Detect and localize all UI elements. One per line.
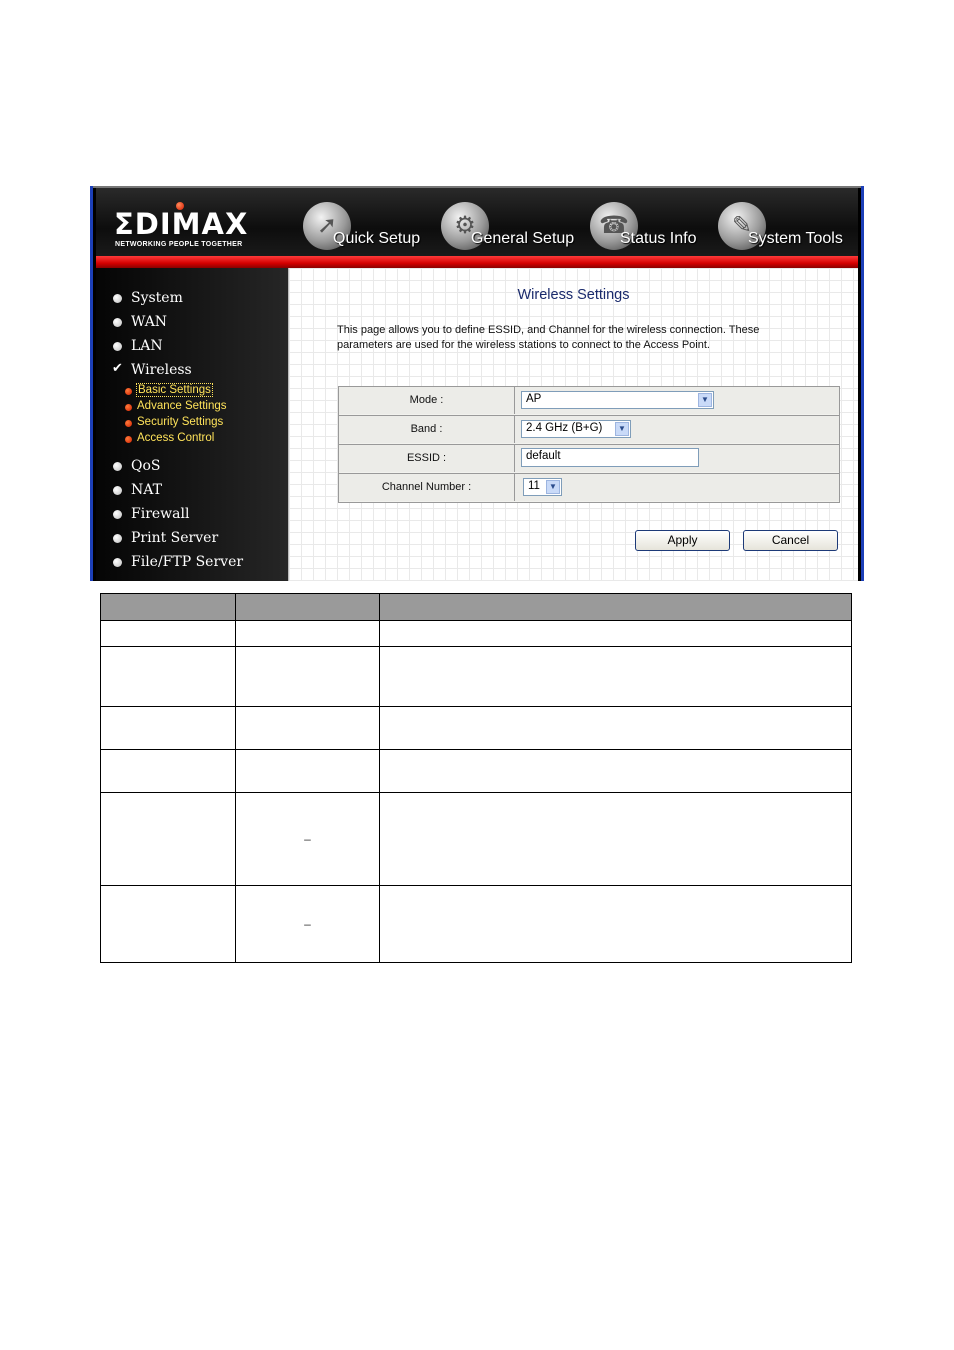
sidebar: System WAN LAN ✔ Wireless Basic Settings… [96,268,288,581]
channel-label: Channel Number : [339,474,515,501]
band-cell: 2.4 GHz (B+G) ▼ [515,416,839,443]
form-row-band: Band : 2.4 GHz (B+G) ▼ [339,416,839,445]
sidebar-item-label: WAN [131,314,168,330]
red-dot-icon [125,404,132,411]
essid-label: ESSID : [339,445,515,472]
subnav-label: Security Settings [137,416,224,428]
page-title: Wireless Settings [517,287,630,303]
bullet-icon [113,534,122,543]
band-select[interactable]: 2.4 GHz (B+G) ▼ [521,420,631,438]
logo-tagline: NETWORKING PEOPLE TOGETHER [115,241,243,248]
logo-red-dot [176,202,184,210]
table-cell [100,792,236,886]
table-cell [235,646,380,707]
table-header-cell [235,593,380,621]
bullet-icon [113,510,122,519]
essid-input[interactable]: default [521,448,699,467]
sidebar-item-label: NAT [131,482,162,498]
dash-mark: – [304,917,311,931]
table-cell [100,620,236,647]
channel-select[interactable]: 11 ▼ [523,478,562,496]
subnav-label: Basic Settings [136,383,213,397]
mode-cell: AP ▼ [515,387,839,414]
table-cell [379,885,852,963]
table-cell: – [235,792,380,886]
chevron-down-icon[interactable]: ▼ [546,480,560,494]
chevron-down-icon[interactable]: ▼ [615,422,629,436]
table-row [100,646,852,707]
page-description: This page allows you to define ESSID, an… [337,324,760,351]
table-cell [235,620,380,647]
apply-button[interactable]: Apply [635,530,730,551]
table-cell [100,646,236,707]
nav-system-tools-label: System Tools [748,230,843,247]
router-web-ui: ΣDIMAX NETWORKING PEOPLE TOGETHER ➚ Quic… [90,186,864,581]
bullet-icon [113,486,122,495]
table-row: – [100,885,852,963]
sidebar-item-label: Print Server [131,530,219,546]
table-header-row [100,593,852,621]
checkmark-icon: ✔ [112,361,123,376]
sidebar-item-label: System [131,290,183,306]
dash-mark: – [304,832,311,846]
essid-cell: default [515,445,839,472]
form-row-channel: Channel Number : 11 ▼ [339,474,839,502]
table-cell [235,749,380,793]
sidebar-item-label: Wireless [131,362,192,378]
bullet-icon [113,462,122,471]
table-cell [235,706,380,750]
table-cell [379,792,852,886]
edimax-logo: ΣDIMAX NETWORKING PEOPLE TOGETHER [114,202,274,248]
table-cell [379,749,852,793]
table-cell [100,885,236,963]
sidebar-item-label: LAN [131,338,163,354]
main-content: Wireless Settings This page allows you t… [288,268,858,581]
chevron-down-icon[interactable]: ▼ [698,393,712,407]
wireless-settings-form: Mode : AP ▼ Band : 2.4 GHz (B+G) ▼ ESSID… [338,386,840,503]
mode-select[interactable]: AP ▼ [521,391,714,409]
nav-status-info-label: Status Info [620,230,697,247]
table-cell [100,706,236,750]
table-row [100,620,852,647]
header-bar: ΣDIMAX NETWORKING PEOPLE TOGETHER ➚ Quic… [96,188,858,256]
header-red-bar [96,256,858,268]
table-header-cell [100,593,236,621]
table-row [100,749,852,793]
bullet-icon [113,342,122,351]
nav-quick-setup-label: Quick Setup [333,230,421,247]
cancel-button[interactable]: Cancel [743,530,838,551]
table-cell: – [235,885,380,963]
band-label: Band : [339,416,515,443]
mode-value: AP [526,393,542,405]
form-row-essid: ESSID : default [339,445,839,474]
mode-label: Mode : [339,387,515,414]
sidebar-item-label: File/FTP Server [131,554,244,570]
table-row [100,706,852,750]
table-cell [379,646,852,707]
red-dot-icon [125,388,132,395]
red-dot-icon [125,420,132,427]
channel-cell: 11 ▼ [515,474,839,501]
table-header-cell [379,593,852,621]
sidebar-item-label: QoS [131,458,161,474]
table-cell [379,620,852,647]
bullet-icon [113,294,122,303]
description-table: – – [100,593,852,963]
band-value: 2.4 GHz (B+G) [526,422,603,434]
table-cell [100,749,236,793]
table-row: – [100,792,852,886]
channel-value: 11 [528,480,540,492]
subnav-label: Access Control [137,432,215,444]
form-row-mode: Mode : AP ▼ [339,387,839,416]
bullet-icon [113,558,122,567]
nav-general-setup-label: General Setup [471,230,575,247]
sidebar-item-label: Firewall [131,506,190,522]
bullet-icon [113,318,122,327]
red-dot-icon [125,436,132,443]
logo-wordmark: ΣDIMAX [114,207,249,241]
table-cell [379,706,852,750]
subnav-label: Advance Settings [137,400,227,412]
